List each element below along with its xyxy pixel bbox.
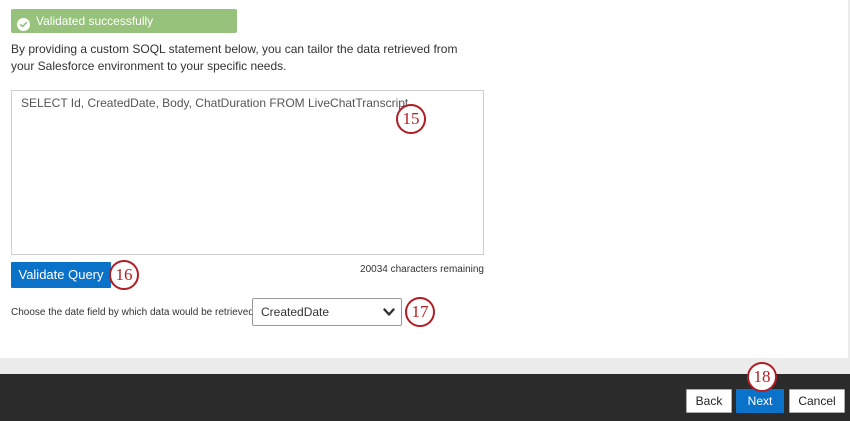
characters-remaining: 20034 characters remaining: [360, 264, 484, 275]
success-banner-text: Validated successfully: [36, 14, 154, 28]
date-field-selected-value: CreatedDate: [261, 305, 330, 319]
chevron-down-icon: [383, 308, 395, 316]
date-field-label: Choose the date field by which data woul…: [11, 307, 254, 318]
check-circle-icon: [17, 15, 30, 31]
date-field-select[interactable]: CreatedDate: [252, 298, 402, 326]
step-marker-18: 18: [747, 362, 777, 392]
step-marker-15: 15: [396, 104, 426, 134]
soql-query-text[interactable]: SELECT Id, CreatedDate, Body, ChatDurati…: [21, 96, 408, 110]
step-marker-17: 17: [405, 297, 435, 327]
step-marker-16: 16: [109, 260, 139, 290]
soql-description: By providing a custom SOQL statement bel…: [11, 42, 458, 73]
validate-query-button[interactable]: Validate Query: [11, 262, 111, 288]
next-button[interactable]: Next: [736, 389, 784, 413]
cancel-button[interactable]: Cancel: [789, 389, 845, 413]
success-banner: Validated successfully: [11, 9, 237, 33]
back-button[interactable]: Back: [686, 389, 732, 413]
